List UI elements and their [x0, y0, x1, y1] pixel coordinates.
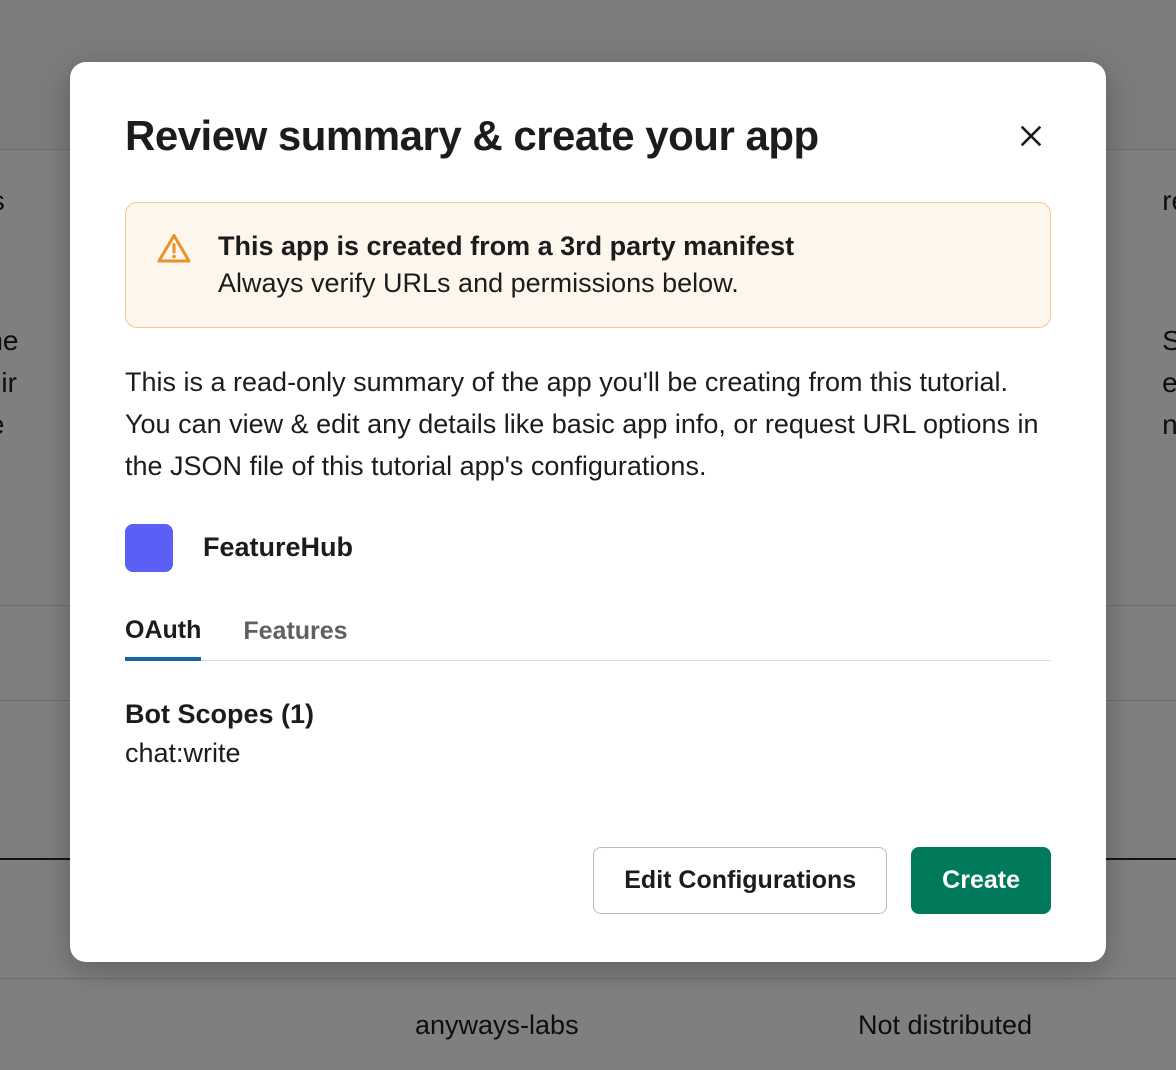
warning-icon — [156, 231, 192, 272]
app-identity-row: FeatureHub — [125, 524, 1051, 572]
bot-scopes-section: Bot Scopes (1) chat:write — [125, 699, 1051, 769]
edit-configurations-button[interactable]: Edit Configurations — [593, 847, 887, 914]
close-icon — [1017, 122, 1045, 153]
create-app-modal: Review summary & create your app This ap… — [70, 62, 1106, 962]
warning-banner: This app is created from a 3rd party man… — [125, 202, 1051, 328]
bot-scopes-heading: Bot Scopes (1) — [125, 699, 1051, 730]
scope-item: chat:write — [125, 738, 1051, 769]
app-icon — [125, 524, 173, 572]
tab-oauth[interactable]: OAuth — [125, 616, 201, 661]
modal-title: Review summary & create your app — [125, 112, 819, 160]
tabs: OAuth Features — [125, 616, 1051, 661]
summary-description: This is a read-only summary of the app y… — [125, 362, 1051, 488]
create-button[interactable]: Create — [911, 847, 1051, 914]
close-button[interactable] — [1011, 116, 1051, 159]
tab-features[interactable]: Features — [243, 616, 347, 660]
modal-footer: Edit Configurations Create — [125, 847, 1051, 914]
app-name: FeatureHub — [203, 532, 353, 563]
warning-title: This app is created from a 3rd party man… — [218, 231, 794, 262]
warning-subtitle: Always verify URLs and permissions below… — [218, 268, 794, 299]
